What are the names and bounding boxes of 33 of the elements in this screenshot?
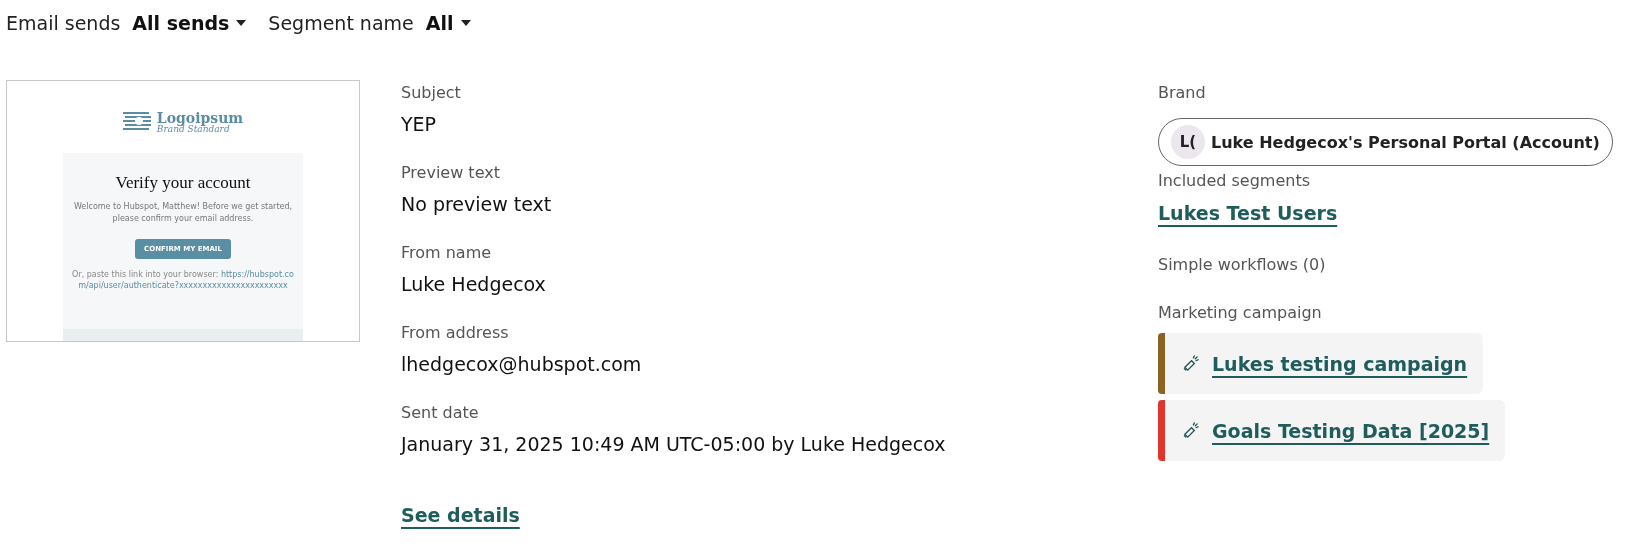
field-value: January 31, 2025 10:49 AM UTC-05:00 by Luke Hedgecox <box>401 432 947 456</box>
campaign-label: Marketing campaign <box>1158 302 1322 324</box>
field-value: YEP <box>401 112 438 136</box>
logo-tagline: Brand Standard <box>156 124 230 134</box>
logo-name: Logoipsum <box>156 110 244 125</box>
filter-dropdown[interactable]: All sends <box>132 12 257 34</box>
email-link-text: Or, paste this link into your browser: https://hubspot.com/api/user/authenticate?xxxxxxxxxxxxxxxxxxxxxxx <box>71 269 295 292</box>
brand-label: Brand <box>1158 82 1206 104</box>
field-value: Luke Hedgecox <box>401 272 547 296</box>
brand-name: Luke Hedgecox's Personal Portal (Account) <box>1211 132 1600 152</box>
segment-link[interactable]: Lukes Test Users <box>1158 202 1338 224</box>
megaphone-icon <box>1183 422 1200 439</box>
field-label: Subject <box>401 82 462 104</box>
brand-avatar: L( <box>1171 125 1205 159</box>
campaign-link[interactable]: Lukes testing campaign <box>1212 352 1468 375</box>
filter-label: Segment name <box>268 12 414 34</box>
campaign-link[interactable]: Goals Testing Data [2025] <box>1212 419 1490 442</box>
filter-dropdown[interactable]: All <box>425 12 481 34</box>
workflows-label: Simple workflows (0) <box>1158 254 1326 276</box>
field-value: lhedgecox@hubspot.com <box>401 352 643 376</box>
field-label: From address <box>401 322 510 344</box>
field-value: No preview text <box>401 192 553 216</box>
caret-icon <box>460 20 471 26</box>
field-label: Preview text <box>401 162 501 184</box>
field-label: Sent date <box>401 402 480 424</box>
megaphone-icon <box>1183 355 1200 372</box>
email-text: Welcome to Hubspot, Matthew! Before we get started, please confirm your email address. <box>73 201 293 225</box>
email-heading: Verify your account <box>115 173 251 193</box>
see-details-link[interactable]: See details <box>401 504 520 526</box>
field-label: From name <box>401 242 493 264</box>
filter-label: Email sends <box>6 12 121 34</box>
caret-icon <box>236 20 247 26</box>
segments-label: Included segments <box>1158 170 1310 192</box>
